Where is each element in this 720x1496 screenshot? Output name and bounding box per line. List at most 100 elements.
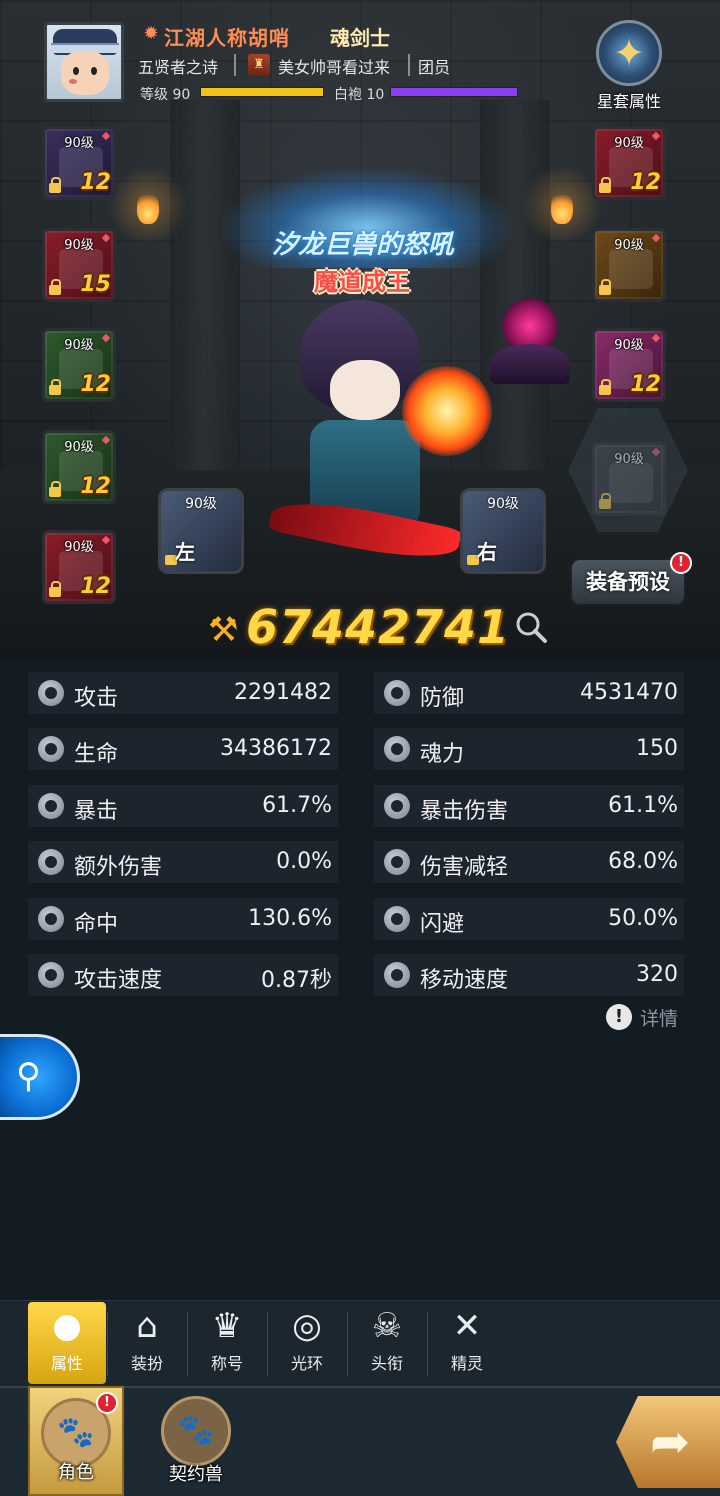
robe-progress-fill — [391, 88, 517, 96]
enhance-level: 12 — [80, 474, 111, 499]
stat-value: 68.0% — [608, 849, 678, 875]
sword-icon — [38, 680, 64, 706]
player-title: 五贤者之诗 — [138, 58, 219, 77]
right-hand-slot[interactable]: 90级 右 — [460, 488, 546, 574]
magnifier-tool-button[interactable]: ⚲ — [0, 1034, 80, 1120]
skull-crest-icon: ☠ — [371, 1306, 403, 1346]
torch-right-icon — [551, 190, 573, 224]
pillar-left — [170, 100, 240, 480]
details-label: 详情 — [640, 1008, 679, 1030]
stat-row[interactable]: 命中 130.6% — [28, 897, 338, 940]
share-button[interactable]: ➦ — [616, 1396, 720, 1488]
level-progress-bar — [200, 87, 324, 97]
tab-divider — [347, 1312, 348, 1376]
alert-badge-icon: ! — [670, 552, 692, 574]
stat-row[interactable]: 额外伤害 0.0% — [28, 841, 338, 884]
critical-damage-icon — [384, 792, 410, 819]
stat-row[interactable]: 闪避 50.0% — [374, 897, 684, 940]
lock-icon — [49, 379, 61, 395]
share-arrow-icon: ➦ — [650, 1414, 691, 1470]
enhance-level: 12 — [630, 372, 661, 397]
tab-person[interactable]: ● 属性 — [28, 1302, 106, 1384]
stat-name: 额外伤害 — [74, 855, 163, 881]
paw-icon — [161, 1396, 231, 1466]
stat-name: 伤害减轻 — [420, 855, 509, 881]
guild-role: 团员 — [418, 58, 451, 77]
lock-icon — [49, 279, 61, 295]
lock-icon — [599, 177, 611, 193]
slot-side-label: 左 — [175, 540, 195, 564]
level-progress-fill — [201, 88, 323, 96]
equipment-slot[interactable]: 90级 12 — [42, 126, 116, 200]
guild-name[interactable]: 美女帅哥看过来 — [278, 54, 390, 78]
heart-icon — [38, 736, 64, 763]
equipment-slot[interactable]: 90级 12 — [42, 328, 116, 402]
stat-value: 4531470 — [580, 680, 678, 705]
enhance-level: 12 — [80, 170, 111, 195]
player-class: 魂剑士 — [330, 26, 390, 50]
pet-legs — [490, 344, 570, 384]
search-icon[interactable] — [514, 610, 548, 644]
tab-divider — [427, 1312, 428, 1376]
alert-badge-icon: ! — [96, 1392, 118, 1414]
divider — [408, 54, 410, 76]
equipment-slot[interactable]: 90级 12 — [592, 126, 666, 200]
equipment-preset-button[interactable]: 装备预设 — [570, 558, 686, 606]
divider — [234, 54, 236, 76]
pet-companion[interactable] — [490, 284, 570, 394]
tab-fairy[interactable]: ✕ 精灵 — [428, 1302, 506, 1384]
stat-row[interactable]: 移动速度 320 — [374, 954, 684, 996]
equipment-slot[interactable]: 90级 — [592, 228, 666, 302]
key-icon: ⚲ — [16, 1056, 41, 1096]
stat-name: 生命 — [74, 742, 119, 768]
stat-row[interactable]: 暴击 61.7% — [28, 784, 338, 827]
tab-divider — [267, 1312, 268, 1376]
guild-emblem-icon: ♜ — [248, 54, 270, 76]
stat-row[interactable]: 魂力 150 — [374, 728, 684, 771]
tab-skull-crest[interactable]: ☠ 头衔 — [348, 1302, 426, 1384]
hero-title-banner[interactable]: 汐龙巨兽的怒吼 — [258, 224, 468, 264]
person-icon: ● — [52, 1306, 82, 1346]
hanger-icon: ⌂ — [136, 1306, 158, 1346]
stat-value: 61.1% — [608, 792, 678, 818]
tab-halo[interactable]: ◎ 光环 — [268, 1302, 346, 1384]
stat-row[interactable]: 攻击速度 0.87秒 — [28, 954, 338, 996]
torch-left-icon — [137, 190, 159, 224]
tab-hanger[interactable]: ⌂ 装扮 — [108, 1302, 186, 1384]
stat-name: 移动速度 — [420, 968, 509, 993]
tab-divider — [187, 1312, 188, 1376]
stat-value: 2291482 — [234, 680, 332, 705]
stat-name: 防御 — [420, 686, 465, 711]
left-hand-slot[interactable]: 90级 左 — [158, 488, 244, 574]
stat-value: 320 — [636, 962, 678, 987]
tab-label: 精灵 — [450, 1354, 483, 1373]
slot-level: 90级 — [487, 496, 519, 512]
player-name: 江湖人称胡哨 — [164, 26, 290, 50]
soul-icon — [384, 736, 410, 763]
stat-name: 命中 — [74, 911, 119, 937]
equipment-slot[interactable]: 90级 12 — [592, 328, 666, 402]
stat-row[interactable]: 生命 34386172 — [28, 728, 338, 771]
tab-label: 头衔 — [370, 1354, 403, 1373]
enhance-level: 15 — [80, 272, 111, 297]
equipment-slot[interactable]: 90级 12 — [42, 530, 116, 604]
critical-icon — [38, 792, 64, 819]
player-avatar[interactable] — [44, 22, 124, 102]
stat-value: 50.0% — [608, 905, 678, 931]
stat-row[interactable]: 攻击 2291482 — [28, 672, 338, 714]
equipment-slot[interactable]: 90级 12 — [42, 430, 116, 504]
stat-value: 34386172 — [220, 736, 332, 762]
stat-value: 150 — [636, 736, 678, 762]
stat-value: 61.7% — [262, 792, 332, 818]
combat-power-icon: ⚒ — [208, 610, 239, 650]
stat-row[interactable]: 防御 4531470 — [374, 672, 684, 714]
combat-power: 67442741 — [246, 600, 511, 654]
equipment-slot[interactable]: 90级 15 — [42, 228, 116, 302]
ring-icon — [609, 249, 653, 289]
stat-row[interactable]: 暴击伤害 61.1% — [374, 784, 684, 827]
tab-crown[interactable]: ♛ 称号 — [188, 1302, 266, 1384]
target-icon — [38, 905, 64, 932]
star-set-button[interactable]: 星套属性 — [586, 20, 672, 112]
nav-contract-beast[interactable]: 契约兽 — [148, 1386, 244, 1496]
stat-row[interactable]: 伤害减轻 68.0% — [374, 841, 684, 884]
